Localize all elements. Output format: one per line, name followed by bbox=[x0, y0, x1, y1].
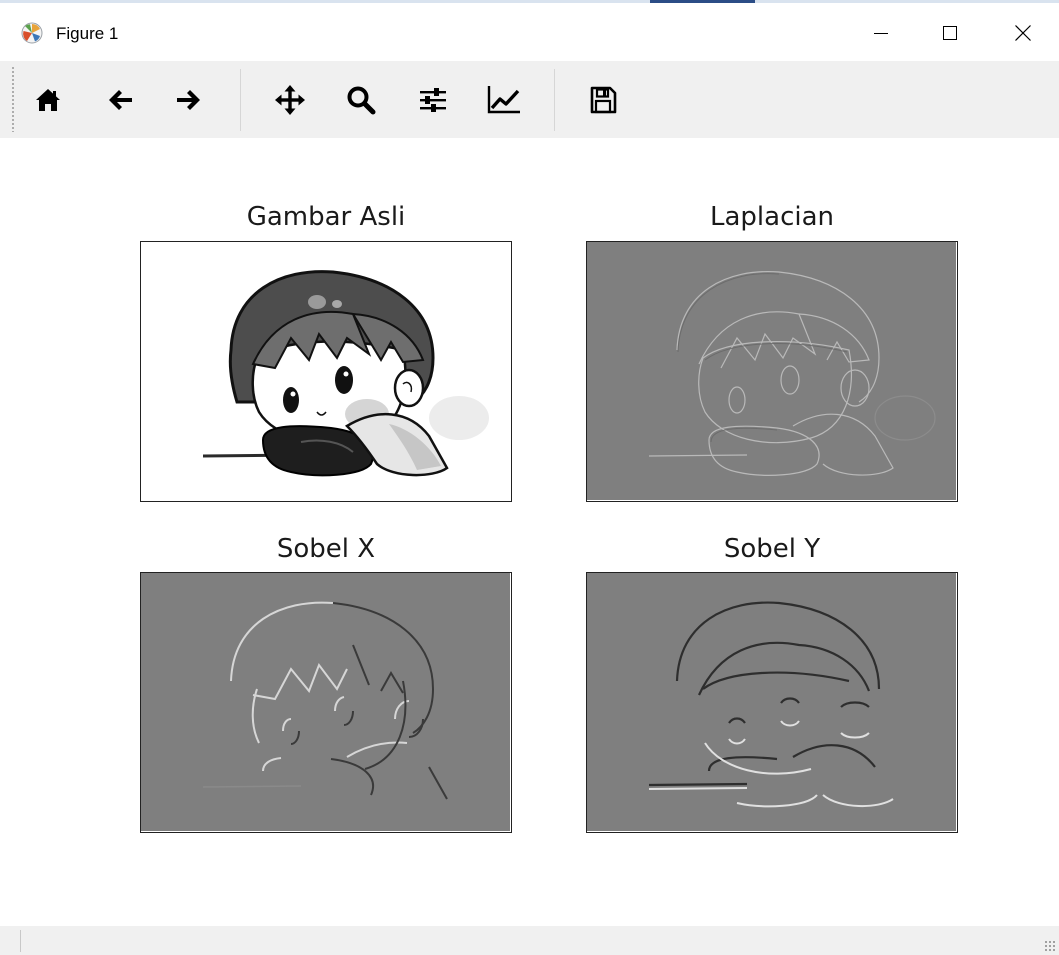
minimize-button[interactable] bbox=[851, 11, 911, 55]
pan-button[interactable] bbox=[267, 77, 313, 123]
close-icon bbox=[1015, 25, 1031, 41]
sliders-icon bbox=[420, 88, 446, 112]
subplot-title: Gambar Asli bbox=[246, 202, 406, 232]
title-bar[interactable]: Figure 1 bbox=[0, 3, 1059, 61]
navigation-toolbar bbox=[0, 61, 1059, 138]
window-title: Figure 1 bbox=[56, 24, 119, 43]
home-icon bbox=[36, 89, 60, 111]
toolbar-separator bbox=[240, 69, 241, 131]
subplot-title: Laplacian bbox=[709, 202, 834, 232]
zoom-button[interactable] bbox=[338, 77, 384, 123]
figure-canvas[interactable]: Gambar Asli Laplacian Sobel X Sobel Y bbox=[0, 138, 1059, 926]
matplotlib-icon bbox=[21, 22, 43, 44]
subplot-original-image[interactable] bbox=[140, 241, 512, 502]
edit-axes-button[interactable] bbox=[481, 77, 527, 123]
magnifier-icon bbox=[347, 86, 376, 115]
status-separator bbox=[20, 930, 21, 952]
toolbar-separator bbox=[554, 69, 555, 131]
subplot-title: Sobel X bbox=[276, 534, 376, 564]
subplot-laplacian[interactable] bbox=[586, 241, 958, 502]
forward-button[interactable] bbox=[166, 77, 212, 123]
line-chart-icon bbox=[487, 86, 520, 114]
configure-subplots-button[interactable] bbox=[410, 77, 456, 123]
maximize-button[interactable] bbox=[920, 11, 980, 55]
floppy-disk-icon bbox=[590, 86, 617, 114]
subplot-sobel-x[interactable] bbox=[140, 572, 512, 833]
arrow-left-icon bbox=[109, 90, 132, 110]
original-image bbox=[141, 242, 510, 500]
move-icon bbox=[275, 85, 305, 115]
resize-grip-icon[interactable] bbox=[1044, 940, 1056, 952]
subplot-title: Sobel Y bbox=[723, 534, 821, 564]
toolbar-grip[interactable] bbox=[11, 66, 15, 132]
home-button[interactable] bbox=[25, 77, 71, 123]
laplacian-edge-image bbox=[587, 242, 956, 500]
status-bar bbox=[0, 926, 1059, 955]
close-button[interactable] bbox=[993, 11, 1053, 55]
save-button[interactable] bbox=[580, 77, 626, 123]
sobel-x-edge-image bbox=[141, 573, 510, 831]
maximize-icon bbox=[943, 26, 957, 40]
sobel-y-edge-image bbox=[587, 573, 956, 831]
arrow-right-icon bbox=[177, 90, 200, 110]
back-button[interactable] bbox=[97, 77, 143, 123]
minimize-icon bbox=[874, 33, 888, 34]
figure-window: Figure 1 Gambar Asli Laplacian Sobel X S… bbox=[0, 0, 1059, 955]
subplot-sobel-y[interactable] bbox=[586, 572, 958, 833]
